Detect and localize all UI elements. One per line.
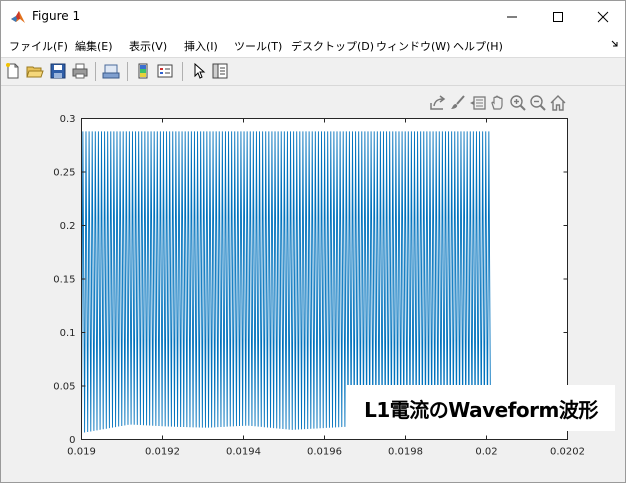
y-tick-label: 0.1 (60, 328, 76, 339)
y-tick-label: 0.05 (53, 382, 75, 393)
y-tick-label: 0.15 (53, 275, 75, 286)
x-tick-label: 0.0192 (145, 447, 180, 458)
y-tick-label: 0.3 (60, 114, 76, 125)
legend-label: L1電流のWaveform波形 (364, 397, 598, 422)
y-tick-label: 0 (69, 435, 75, 446)
x-tick-label: 0.0198 (388, 447, 423, 458)
data-tips-icon[interactable] (469, 94, 487, 112)
figure-window: Figure 1 ファイル(F) 編集(E) 表示(V) 挿入(I) ツール(T… (0, 0, 626, 483)
home-icon[interactable] (549, 94, 567, 112)
y-tick-label: 0.2 (60, 221, 76, 232)
x-tick-label: 0.0202 (550, 447, 585, 458)
x-tick-label: 0.02 (475, 447, 497, 458)
x-tick-label: 0.0194 (226, 447, 261, 458)
x-tick-label: 0.0196 (307, 447, 342, 458)
y-tick-label: 0.25 (53, 168, 75, 179)
zoom-in-icon[interactable] (509, 94, 527, 112)
zoom-out-icon[interactable] (529, 94, 547, 112)
brush-icon[interactable] (449, 94, 467, 112)
legend[interactable]: L1電流のWaveform波形 (347, 385, 615, 431)
export-icon[interactable] (429, 94, 447, 112)
x-tick-label: 0.019 (67, 447, 96, 458)
pan-icon[interactable] (489, 94, 507, 112)
